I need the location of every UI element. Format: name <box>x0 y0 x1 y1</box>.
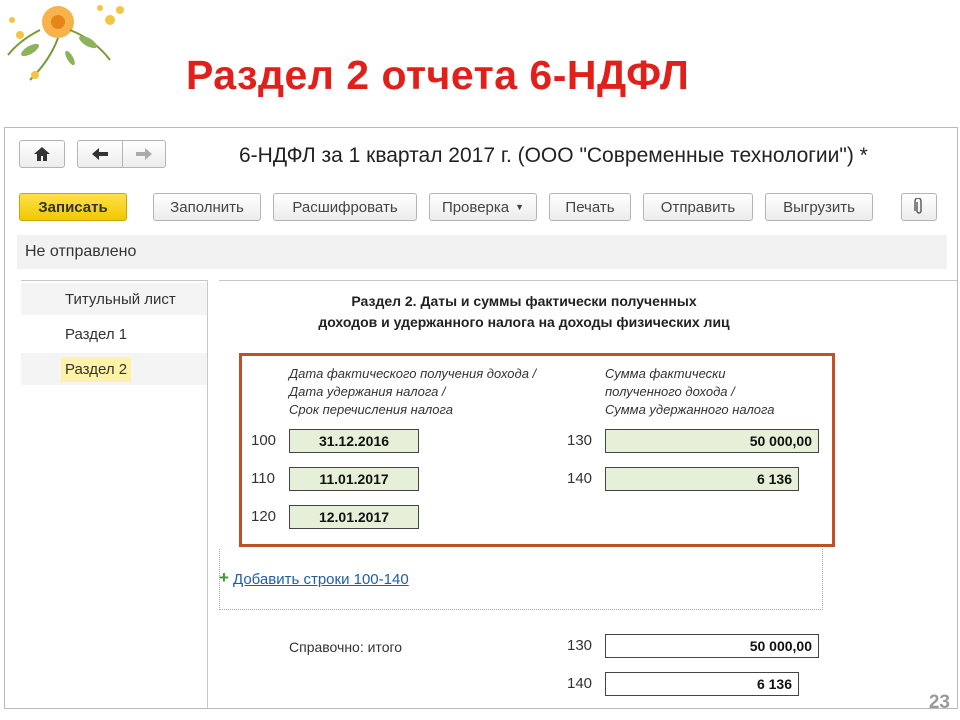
totals-label: Справочно: итого <box>289 639 403 655</box>
paperclip-icon <box>914 198 922 214</box>
print-button[interactable]: Печать <box>549 193 631 221</box>
plus-icon: + <box>219 568 229 587</box>
line-code-110: 110 <box>251 470 275 487</box>
sidebar-item-label: Раздел 1 <box>65 326 128 343</box>
dropdown-arrow-icon: ▼ <box>515 202 525 212</box>
export-button[interactable]: Выгрузить <box>765 193 873 221</box>
amount-field-130[interactable]: 50 000,00 <box>605 429 819 453</box>
section-2-form: Раздел 2. Даты и суммы фактически получе… <box>219 280 957 708</box>
line-code-140: 140 <box>567 470 593 487</box>
status-bar: Не отправлено <box>17 235 947 269</box>
sidebar-item-title-page[interactable]: Титульный лист <box>21 283 207 315</box>
decode-button[interactable]: Расшифровать <box>273 193 417 221</box>
line-code-120: 120 <box>251 508 277 525</box>
attach-button[interactable] <box>901 193 937 221</box>
status-text: Не отправлено <box>25 243 137 260</box>
forward-button[interactable] <box>122 140 166 168</box>
sidebar-item-label: Раздел 2 <box>61 357 132 382</box>
date-field-120[interactable]: 12.01.2017 <box>289 505 419 529</box>
send-button[interactable]: Отправить <box>643 193 753 221</box>
right-header-line: полученного дохода / <box>605 384 735 399</box>
sidebar-item-label: Титульный лист <box>65 291 176 308</box>
totals-field-130: 50 000,00 <box>605 634 819 658</box>
slide-title: Раздел 2 отчета 6-НДФЛ <box>186 52 690 98</box>
right-column-header: Сумма фактически полученного дохода / Су… <box>605 365 775 419</box>
section-title-line-1: Раздел 2. Даты и суммы фактически получе… <box>351 293 697 309</box>
arrow-left-icon <box>92 148 108 160</box>
section-title: Раздел 2. Даты и суммы фактически получе… <box>279 291 769 333</box>
left-header-line: Дата удержания налога / <box>289 384 446 399</box>
sidebar-item-section-1[interactable]: Раздел 1 <box>21 318 207 350</box>
sidebar: Титульный лист Раздел 1 Раздел 2 <box>21 280 208 708</box>
home-button[interactable] <box>19 140 65 168</box>
report-window: 6-НДФЛ за 1 квартал 2017 г. (ООО "Соврем… <box>4 127 958 709</box>
fill-button[interactable]: Заполнить <box>153 193 261 221</box>
save-button[interactable]: Записать <box>19 193 127 221</box>
left-header-line: Срок перечисления налога <box>289 402 453 417</box>
date-field-110[interactable]: 11.01.2017 <box>289 467 419 491</box>
flower-decoration <box>7 5 124 81</box>
totals-field-140: 6 136 <box>605 672 799 696</box>
right-header-line: Сумма фактически <box>605 366 726 381</box>
document-title: 6-НДФЛ за 1 квартал 2017 г. (ООО "Соврем… <box>239 144 868 167</box>
totals-code-130: 130 <box>567 637 593 654</box>
left-header-line: Дата фактического получения дохода / <box>289 366 537 381</box>
add-rows-link[interactable]: Добавить строки 100-140 <box>233 571 409 588</box>
right-header-line: Сумма удержанного налога <box>605 402 775 417</box>
line-code-100: 100 <box>251 432 277 449</box>
date-field-100[interactable]: 31.12.2016 <box>289 429 419 453</box>
check-button[interactable]: Проверка ▼ <box>429 193 537 221</box>
page-number: 23 <box>928 692 950 713</box>
home-icon <box>34 147 50 161</box>
arrow-right-icon <box>136 148 152 160</box>
section-title-line-2: доходов и удержанного налога на доходы ф… <box>318 314 730 330</box>
sidebar-item-section-2[interactable]: Раздел 2 <box>21 353 207 385</box>
totals-code-140: 140 <box>567 675 593 692</box>
amount-field-140[interactable]: 6 136 <box>605 467 799 491</box>
left-column-header: Дата фактического получения дохода / Дат… <box>289 365 536 419</box>
line-code-130: 130 <box>567 432 593 449</box>
check-button-label: Проверка <box>441 198 510 216</box>
back-button[interactable] <box>77 140 123 168</box>
